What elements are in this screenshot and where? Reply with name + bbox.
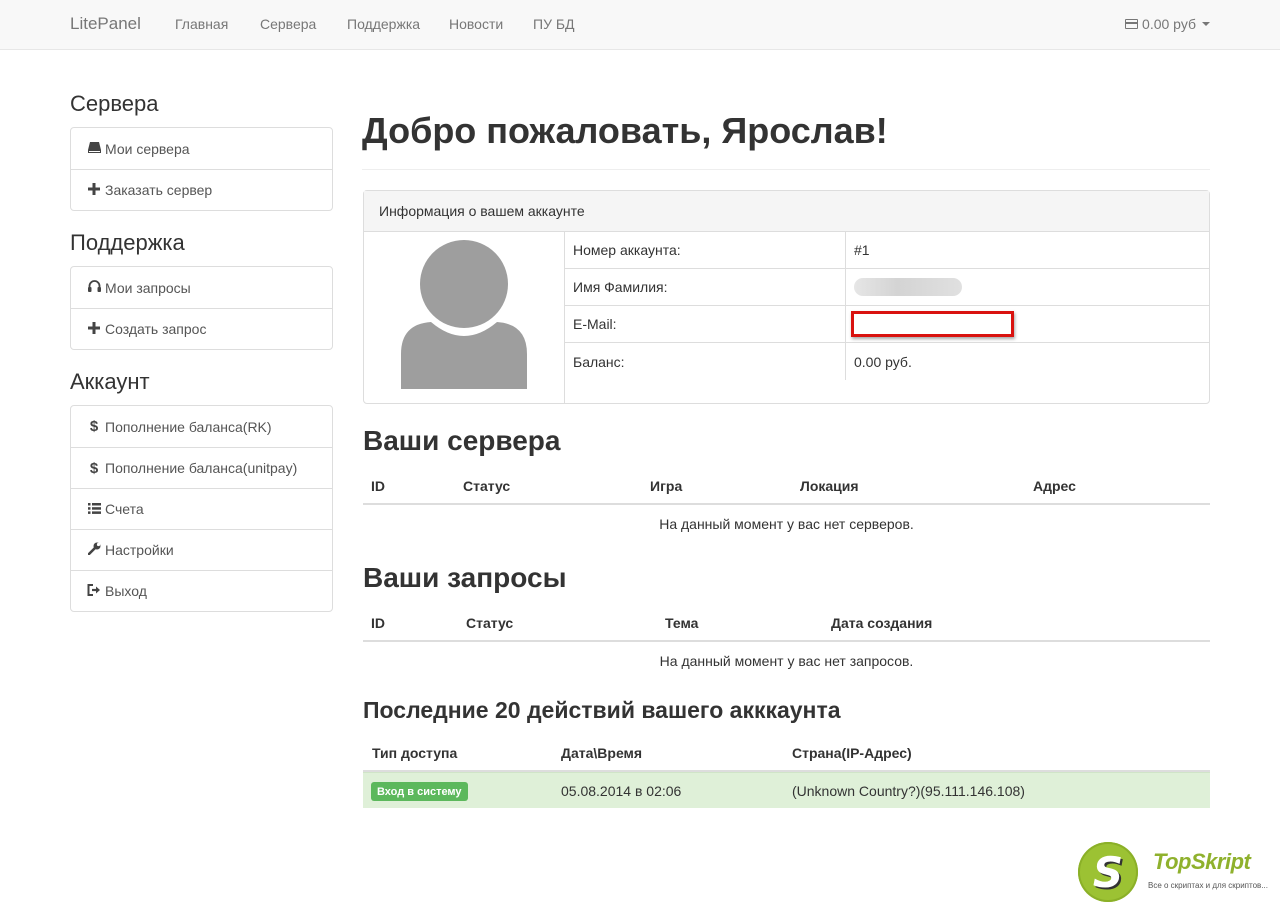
sidebar-item-order-server[interactable]: Заказать сервер [71, 169, 332, 210]
info-label: E-Mail: [565, 306, 846, 342]
info-value [846, 269, 1210, 305]
watermark-tagline: Все о скриптах и для скриптов... [1148, 881, 1268, 890]
sidebar-item-topup-rk[interactable]: $ Пополнение баланса(RK) [71, 406, 332, 447]
activity-col-ip: Страна(IP-Адрес) [792, 745, 912, 761]
requests-col-created: Дата создания [831, 615, 933, 631]
wrench-icon [87, 542, 101, 558]
info-value: #1 [854, 242, 870, 258]
brand-link[interactable]: LitePanel [70, 14, 141, 34]
sidebar-heading-servers: Сервера [70, 91, 159, 116]
nav-servers[interactable]: Сервера [260, 16, 316, 32]
caret-down-icon [1202, 22, 1210, 26]
headphones-icon [87, 280, 101, 295]
redacted-name [854, 278, 962, 296]
info-value: 0.00 руб. [854, 353, 912, 370]
title-divider [362, 169, 1210, 170]
sidebar-item-label: Пополнение баланса(unitpay) [105, 460, 298, 476]
sidebar-item-my-servers[interactable]: Мои сервера [71, 128, 332, 169]
sidebar-item-label: Мои сервера [105, 140, 190, 157]
requests-col-subject: Тема [665, 615, 699, 631]
activity-ip: (Unknown Country?)(95.111.146.108) [792, 783, 1025, 799]
requests-col-status: Статус [466, 615, 514, 631]
page-title: Добро пожаловать, Ярослав! [362, 110, 888, 151]
servers-col-id: ID [371, 478, 385, 494]
balance-amount: 0.00 руб [1142, 16, 1196, 32]
info-row-email: E-Mail: [565, 306, 1210, 343]
nav-home[interactable]: Главная [175, 16, 228, 32]
info-label: Номер аккаунта: [565, 232, 846, 268]
sidebar-item-topup-unitpay[interactable]: $ Пополнение баланса(unitpay) [71, 447, 332, 488]
user-silhouette-icon [401, 240, 527, 389]
sidebar-item-logout[interactable]: Выход [71, 570, 332, 611]
account-panel-heading: Информация о вашем аккаунте [364, 191, 1209, 232]
requests-heading: Ваши запросы [363, 562, 567, 593]
sidebar-item-label: Выход [105, 583, 147, 599]
sidebar-group-servers: Мои сервера Заказать сервер [70, 127, 333, 211]
sidebar-item-my-requests[interactable]: Мои запросы [71, 267, 332, 308]
watermark-logo: S [1078, 842, 1138, 902]
plus-icon [87, 182, 101, 198]
sidebar-item-label: Настройки [105, 542, 174, 558]
account-info-table: Номер аккаунта: #1 Имя Фамилия: E-Mail: … [565, 232, 1210, 380]
plus-icon [87, 321, 101, 337]
sidebar-group-account: $ Пополнение баланса(RK) $ Пополнение ба… [70, 405, 333, 612]
nav-support[interactable]: Поддержка [347, 16, 420, 32]
requests-col-id: ID [371, 615, 385, 631]
credit-card-icon [1125, 19, 1139, 29]
activity-col-datetime: Дата\Время [561, 745, 643, 761]
logout-icon [87, 583, 101, 599]
sidebar-item-invoices[interactable]: Счета [71, 488, 332, 529]
activity-heading: Последние 20 действий вашего акккаунта [363, 697, 841, 723]
info-row-balance: Баланс: 0.00 руб. [565, 343, 1210, 380]
dollar-icon: $ [89, 459, 99, 477]
servers-header-divider [363, 503, 1210, 505]
table-row: Вход в систему 05.08.2014 в 02:06 (Unkno… [363, 772, 1210, 808]
info-row-account-number: Номер аккаунта: #1 [565, 232, 1210, 269]
servers-heading: Ваши сервера [363, 425, 561, 456]
nav-news[interactable]: Новости [449, 16, 503, 32]
watermark-name: TopSkript [1153, 849, 1251, 874]
nav-db-panel[interactable]: ПУ БД [533, 16, 575, 32]
sidebar-item-label: Счета [105, 501, 144, 517]
requests-empty-message: На данный момент у вас нет запросов. [659, 653, 914, 669]
redacted-email-box [851, 311, 1014, 337]
servers-col-location: Локация [800, 478, 859, 494]
top-navbar: LitePanel Главная Сервера Поддержка Ново… [0, 0, 1280, 50]
servers-empty-message: На данный момент у вас нет серверов. [659, 516, 914, 532]
info-label: Имя Фамилия: [565, 269, 846, 305]
sidebar-item-label: Пополнение баланса(RK) [105, 418, 272, 435]
requests-header-divider [363, 640, 1210, 642]
server-icon [87, 141, 101, 156]
watermark-letter: S [1092, 847, 1124, 897]
sidebar-item-label: Заказать сервер [105, 182, 213, 198]
info-value [846, 306, 1210, 342]
sidebar-heading-support: Поддержка [70, 230, 185, 255]
dollar-icon: $ [89, 418, 99, 435]
balance-dropdown[interactable]: 0.00 руб [1125, 16, 1210, 32]
info-row-full-name: Имя Фамилия: [565, 269, 1210, 306]
sidebar-item-create-request[interactable]: Создать запрос [71, 308, 332, 349]
status-badge: Вход в систему [371, 782, 468, 801]
account-info-panel: Информация о вашем аккаунте Номер аккаун… [363, 190, 1210, 404]
sidebar-item-label: Создать запрос [105, 321, 207, 337]
servers-col-address: Адрес [1033, 478, 1076, 494]
servers-col-status: Статус [463, 478, 511, 494]
sidebar-item-settings[interactable]: Настройки [71, 529, 332, 570]
activity-col-type: Тип доступа [372, 745, 458, 761]
info-label: Баланс: [565, 343, 846, 380]
activity-datetime: 05.08.2014 в 02:06 [561, 783, 682, 799]
sidebar-item-label: Мои запросы [105, 279, 191, 296]
avatar [364, 232, 565, 404]
servers-col-game: Игра [650, 478, 683, 494]
sidebar-group-support: Мои запросы Создать запрос [70, 266, 333, 350]
sidebar-heading-account: Аккаунт [70, 369, 150, 394]
list-icon [87, 502, 101, 517]
